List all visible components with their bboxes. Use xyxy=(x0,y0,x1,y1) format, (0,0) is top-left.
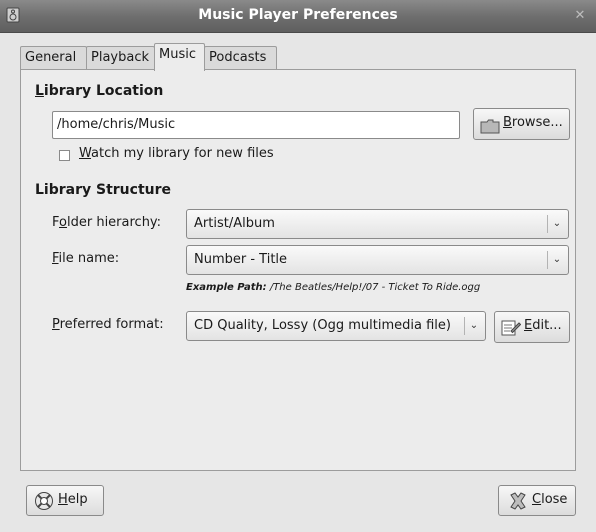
help-icon xyxy=(34,491,54,522)
browse-button[interactable]: Browse... xyxy=(473,108,570,140)
tab-podcasts[interactable]: Podcasts xyxy=(204,46,277,69)
close-icon xyxy=(509,492,527,521)
close-button[interactable]: Close xyxy=(498,485,576,516)
folder-hierarchy-select[interactable]: Artist/Album ⌄ xyxy=(186,209,569,239)
watch-library-checkbox[interactable] xyxy=(59,150,70,161)
library-location-heading: Library Location xyxy=(35,83,164,99)
example-path-text: Example Path: /The Beatles/Help!/07 - Ti… xyxy=(186,282,481,293)
watch-library-label[interactable]: Watch my library for new files xyxy=(79,146,274,161)
folder-hierarchy-label: Folder hierarchy: xyxy=(52,215,162,230)
folder-icon xyxy=(480,117,500,145)
file-name-select[interactable]: Number - Title ⌄ xyxy=(186,245,569,275)
edit-icon xyxy=(501,319,522,347)
edit-button[interactable]: Edit... xyxy=(494,311,570,343)
chevron-down-icon: ⌄ xyxy=(469,320,479,331)
close-window-icon[interactable]: ✕ xyxy=(570,7,590,25)
preferred-format-select[interactable]: CD Quality, Lossy (Ogg multimedia file) … xyxy=(186,311,486,341)
library-structure-heading: Library Structure xyxy=(35,182,172,198)
chevron-down-icon: ⌄ xyxy=(552,218,562,229)
help-button[interactable]: Help xyxy=(26,485,104,516)
tab-music[interactable]: Music xyxy=(154,43,205,71)
file-name-label: File name: xyxy=(52,251,120,266)
window-title: Music Player Preferences xyxy=(198,7,398,23)
tab-general[interactable]: General xyxy=(20,46,87,69)
music-tab-panel: Library Location /home/chris/Music Brows… xyxy=(20,69,576,471)
title-bar[interactable]: Music Player Preferences ✕ xyxy=(0,0,596,33)
chevron-down-icon: ⌄ xyxy=(552,254,562,265)
library-path-field[interactable]: /home/chris/Music xyxy=(52,111,460,139)
preferred-format-label: Preferred format: xyxy=(52,317,164,332)
preferences-window: Music Player Preferences ✕ General Playb… xyxy=(0,0,596,532)
tab-playback[interactable]: Playback xyxy=(86,46,155,69)
